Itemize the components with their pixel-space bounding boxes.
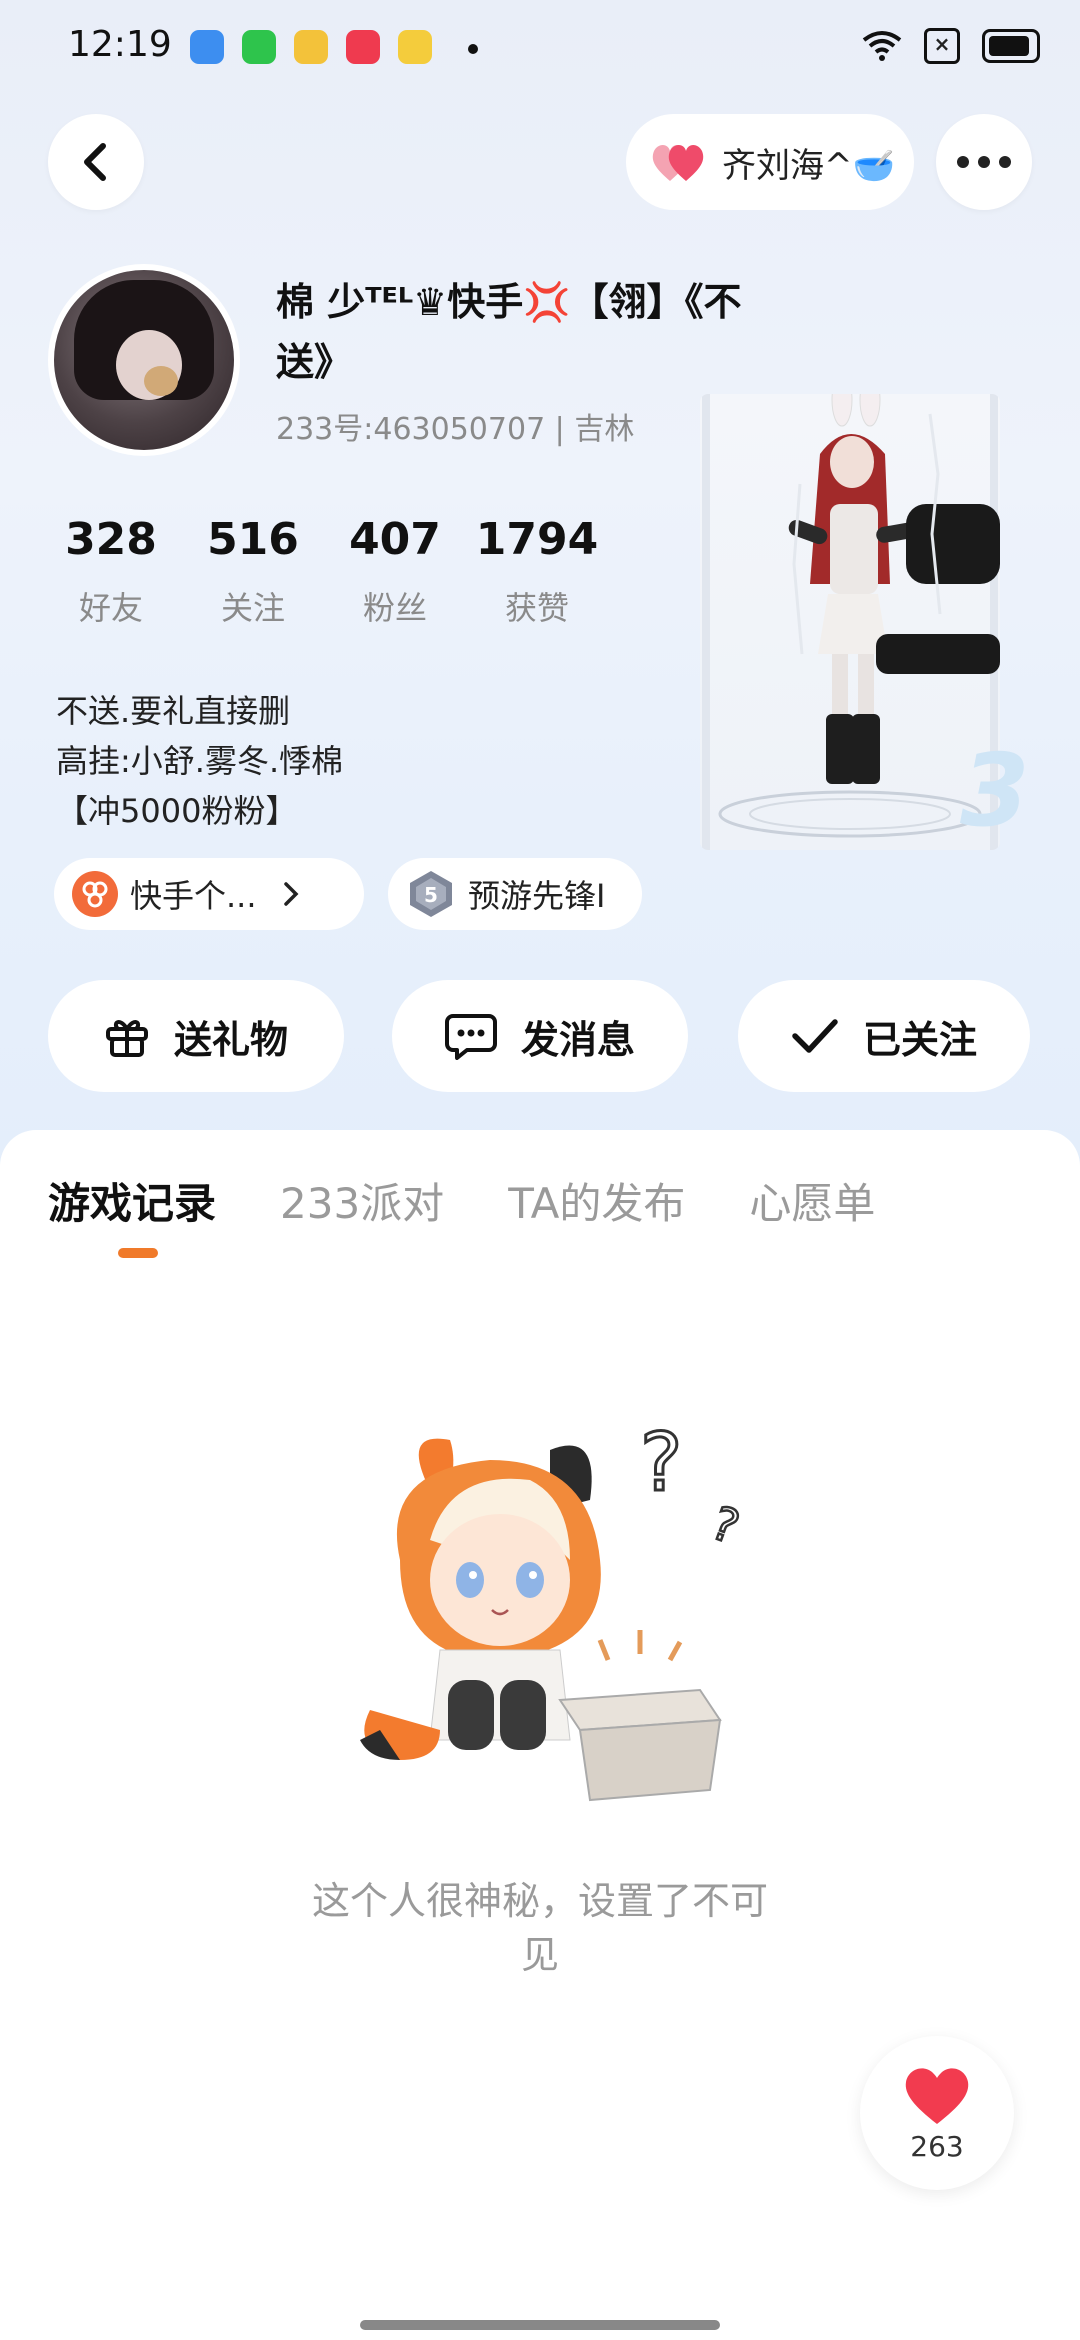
- kuaishou-tag-label: 快手个...: [130, 877, 257, 915]
- like-count: 263: [910, 2129, 964, 2163]
- send-gift-label: 送礼物: [173, 1017, 288, 1062]
- back-button[interactable]: [48, 114, 144, 210]
- tab-ta-posts[interactable]: TA的发布: [508, 1170, 685, 1231]
- svg-text:3: 3: [960, 732, 1030, 840]
- stat-label: 粉丝: [362, 589, 427, 627]
- send-message-label: 发消息: [520, 1017, 635, 1062]
- pioneer-badge-icon: 5: [410, 871, 452, 917]
- followed-button[interactable]: 已关注: [738, 980, 1030, 1092]
- stat-friends[interactable]: 328 好友: [40, 514, 182, 629]
- svg-text:?: ?: [705, 1495, 746, 1554]
- stat-label: 获赞: [504, 589, 569, 627]
- more-dots-icon: [957, 156, 1011, 168]
- kuaishou-logo-icon: [72, 871, 118, 917]
- wifi-icon: [862, 30, 902, 62]
- pioneer-tag-label: 预游先锋I: [468, 877, 606, 915]
- notification-app-icon: [398, 30, 432, 64]
- gift-icon: [105, 1020, 148, 1057]
- profile-stats: 328 好友 516 关注 407 粉丝 1794 获赞: [40, 514, 608, 629]
- stat-following[interactable]: 516 关注: [182, 514, 324, 629]
- more-button[interactable]: [936, 114, 1032, 210]
- profile-tabs: 游戏记录 233派对 TA的发布 心愿单: [48, 1170, 875, 1231]
- profile-uid-location: 233号:463050707 | 吉林: [276, 412, 635, 447]
- avatar-character-preview[interactable]: [700, 394, 1000, 850]
- stat-value: 328: [65, 514, 157, 565]
- kuaishou-tag[interactable]: 快手个...: [54, 858, 364, 930]
- bio-line: 不送.要礼直接删: [56, 692, 291, 730]
- bio-line: 高挂:小舒.雾冬.悸棉: [56, 742, 344, 780]
- visitor-name: 齐刘海^🥣: [722, 145, 895, 186]
- watermark-233-icon: 3: [960, 730, 1080, 866]
- bio-line: 【冲5000粉粉】: [56, 792, 298, 830]
- stat-value: 516: [207, 514, 299, 565]
- tab-wishlist[interactable]: 心愿单: [749, 1170, 875, 1231]
- tab-233-party[interactable]: 233派对: [280, 1170, 444, 1231]
- empty-state-illustration: ? ?: [340, 1410, 760, 1830]
- notification-app-icon: [346, 30, 380, 64]
- stat-value: 1794: [475, 514, 599, 565]
- empty-state-message: 这个人很神秘，设置了不可见: [311, 1879, 768, 1977]
- more-notifications-dot: [468, 44, 478, 54]
- battery-icon: [982, 29, 1040, 63]
- notification-app-icon: [242, 30, 276, 64]
- svg-text:5: 5: [424, 883, 438, 907]
- double-heart-icon: [652, 145, 704, 181]
- status-bar: 12:19 ×: [0, 0, 1080, 96]
- stat-label: 关注: [220, 589, 285, 627]
- chevron-left-icon: [84, 143, 106, 181]
- chevron-right-icon: [283, 882, 299, 906]
- stat-followers[interactable]: 407 粉丝: [324, 514, 466, 629]
- stat-value: 407: [349, 514, 441, 565]
- followed-label: 已关注: [862, 1017, 977, 1062]
- send-gift-button[interactable]: 送礼物: [48, 980, 344, 1092]
- stat-likes[interactable]: 1794 获赞: [466, 514, 608, 629]
- profile-bio: 不送.要礼直接删 高挂:小舒.雾冬.悸棉 【冲5000粉粉】: [56, 686, 343, 836]
- visitor-pill[interactable]: 齐刘海^🥣: [626, 114, 914, 210]
- home-indicator[interactable]: [360, 2320, 720, 2330]
- sim-off-icon: ×: [924, 28, 960, 64]
- check-icon: [792, 1019, 838, 1053]
- stat-label: 好友: [78, 589, 143, 627]
- profile-nickname: 棉 少ᵀᴱᴸ♛快手💢【翎】《不送》: [276, 280, 742, 384]
- message-icon: [444, 1014, 497, 1060]
- notification-app-icon: [190, 30, 224, 64]
- active-tab-indicator: [118, 1248, 158, 1258]
- pioneer-tag[interactable]: 5 预游先锋I: [388, 858, 642, 930]
- heart-icon: [905, 2067, 969, 2124]
- svg-text:?: ?: [640, 1416, 682, 1509]
- tab-game-records[interactable]: 游戏记录: [48, 1170, 216, 1231]
- send-message-button[interactable]: 发消息: [392, 980, 688, 1092]
- like-fab-button[interactable]: 263: [860, 2036, 1014, 2190]
- notification-app-icon: [294, 30, 328, 64]
- avatar[interactable]: [48, 264, 240, 456]
- status-time: 12:19: [68, 24, 172, 65]
